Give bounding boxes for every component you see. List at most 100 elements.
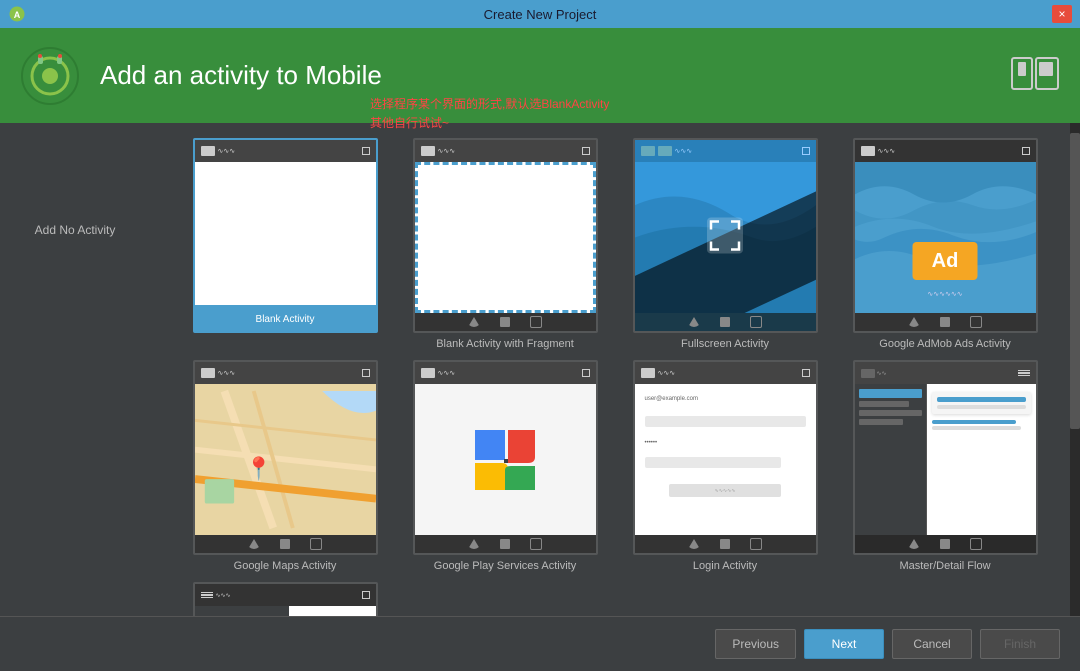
- phone-nav-md: [855, 535, 1036, 553]
- nav-home-md: [940, 539, 950, 549]
- nav-main-content: [289, 606, 376, 616]
- phone-mockup-fragment: ∿∿∿: [415, 140, 596, 331]
- ad-badge: Ad: [913, 242, 978, 280]
- nav-home-maps: [280, 539, 290, 549]
- phone-status-bar-play: ∿∿∿: [415, 362, 596, 384]
- phone-mockup-admob: ∿∿∿: [855, 140, 1036, 331]
- nav-rec-maps: [310, 538, 322, 550]
- phone-mockup-blank: ∿∿∿: [195, 140, 376, 331]
- phone-mockup-login: ∿∿∿ user@example.com •••••• ∿∿∿∿∿: [635, 362, 816, 553]
- left-sidebar: Add No Activity: [0, 123, 180, 616]
- status-menu-login: [802, 369, 810, 377]
- activity-card-blank[interactable]: ∿∿∿ Blank Activity: [193, 138, 378, 333]
- fullscreen-activity-name: Fullscreen Activity: [681, 338, 769, 350]
- window-title: Create New Project: [484, 7, 597, 22]
- status-sq-fs3: [802, 147, 810, 155]
- admob-activity-name: Google AdMob Ads Activity: [879, 338, 1010, 350]
- phone-mockup-navdrawer: ∿∿∿: [195, 584, 376, 616]
- activity-item-maps[interactable]: ∿∿∿: [180, 360, 390, 572]
- nav-back-login: [688, 539, 700, 549]
- detail-card: [932, 392, 1031, 414]
- login-btn-bar: ∿∿∿∿∿: [669, 484, 782, 497]
- nav-back-md: [908, 539, 920, 549]
- login-activity-name: Login Activity: [693, 560, 757, 572]
- header-bar: Add an activity to Mobile: [0, 28, 1080, 123]
- phone-mockup-maps: ∿∿∿: [195, 362, 376, 553]
- nav-rec-login: [750, 538, 762, 550]
- master-squiggle-1: [859, 401, 910, 407]
- phone-body-maps: 📍: [195, 384, 376, 535]
- phone-body-fragment: [415, 162, 596, 313]
- activity-card-masterdetail[interactable]: ∿∿: [853, 360, 1038, 555]
- phone-status-bar-fs: ∿∿∿: [635, 140, 816, 162]
- activity-grid-area[interactable]: ∿∿∿ Blank Activity: [180, 123, 1070, 616]
- activity-item-fragment[interactable]: ∿∿∿ Blank Activity with Fragment: [400, 138, 610, 350]
- android-logo-icon: A: [8, 5, 26, 23]
- activity-card-fragment[interactable]: ∿∿∿: [413, 138, 598, 333]
- close-button[interactable]: ×: [1052, 5, 1072, 23]
- phone-body-login: user@example.com •••••• ∿∿∿∿∿: [635, 384, 816, 535]
- master-item-1: [859, 389, 922, 398]
- nav-back-admob: [908, 317, 920, 327]
- phone-nav-frag: [415, 313, 596, 331]
- status-square: [201, 146, 215, 156]
- activity-item-blank[interactable]: ∿∿∿ Blank Activity: [180, 138, 390, 350]
- status-sq-frag: [421, 146, 435, 156]
- status-bar-left-md: ∿∿: [861, 369, 887, 378]
- activity-card-admob[interactable]: ∿∿∿: [853, 138, 1038, 333]
- map-pin-icon: 📍: [245, 456, 272, 482]
- next-button[interactable]: Next: [804, 629, 884, 659]
- layout-icon[interactable]: [1010, 56, 1060, 96]
- status-sq-admob: [861, 146, 875, 156]
- phone-mockup-fullscreen: ∿∿∿: [635, 140, 816, 331]
- activity-item-login[interactable]: ∿∿∿ user@example.com •••••• ∿∿∿∿∿: [620, 360, 830, 572]
- phone-status-bar-admob: ∿∿∿: [855, 140, 1036, 162]
- activity-card-navdrawer[interactable]: ∿∿∿: [193, 582, 378, 616]
- nav-rec-frag: [530, 316, 542, 328]
- phone-body-play: [415, 384, 596, 535]
- activity-item-play[interactable]: ∿∿∿: [400, 360, 610, 572]
- phone-body-nd: [195, 606, 376, 616]
- activity-card-fullscreen[interactable]: ∿∿∿: [633, 138, 818, 333]
- detail-squiggle-gray: [937, 405, 1026, 409]
- nav-drawer-panel: [195, 606, 295, 616]
- master-squiggle-2: [859, 410, 922, 416]
- blank-activity-name-label: Blank Activity: [256, 314, 315, 325]
- email-field-bar: [645, 416, 806, 427]
- phone-body-md: [855, 384, 1036, 535]
- fragment-activity-name: Blank Activity with Fragment: [436, 338, 574, 350]
- nav-back-maps: [248, 539, 260, 549]
- activity-item-masterdetail[interactable]: ∿∿: [840, 360, 1050, 572]
- hamburger-md: [1018, 369, 1030, 377]
- nav-back-fs: [688, 317, 700, 327]
- activity-grid: ∿∿∿ Blank Activity: [180, 138, 1055, 616]
- finish-button[interactable]: Finish: [980, 629, 1060, 659]
- previous-button[interactable]: Previous: [715, 629, 796, 659]
- hamburger-nd: [201, 591, 213, 599]
- nav-home-fs: [720, 317, 730, 327]
- phone-status-bar: ∿∿∿: [195, 140, 376, 162]
- phone-status-bar-maps: ∿∿∿: [195, 362, 376, 384]
- svg-text:A: A: [14, 10, 21, 20]
- status-bar-left-nd: ∿∿∿: [201, 591, 231, 599]
- phone-status-bar-frag: ∿∿∿: [415, 140, 596, 162]
- title-bar-left: A: [8, 5, 26, 23]
- activity-item-fullscreen[interactable]: ∿∿∿: [620, 138, 830, 350]
- nav-rec-md: [970, 538, 982, 550]
- activity-card-play[interactable]: ∿∿∿: [413, 360, 598, 555]
- layout-toggle-icon: [1010, 56, 1060, 91]
- cancel-button[interactable]: Cancel: [892, 629, 972, 659]
- password-label: ••••••: [645, 440, 806, 446]
- activity-card-login[interactable]: ∿∿∿ user@example.com •••••• ∿∿∿∿∿: [633, 360, 818, 555]
- scrollbar-rail[interactable]: [1070, 123, 1080, 616]
- activity-card-maps[interactable]: ∿∿∿: [193, 360, 378, 555]
- phone-nav-admob: [855, 313, 1036, 331]
- nav-rec-admob: [970, 316, 982, 328]
- scrollbar-thumb[interactable]: [1070, 133, 1080, 429]
- activity-item-admob[interactable]: ∿∿∿: [840, 138, 1050, 350]
- phone-nav-maps: [195, 535, 376, 553]
- status-sq-login: [641, 368, 655, 378]
- nav-back-play: [468, 539, 480, 549]
- activity-item-navdrawer[interactable]: ∿∿∿: [180, 582, 390, 616]
- blank-activity-label-bar: Blank Activity: [195, 305, 376, 331]
